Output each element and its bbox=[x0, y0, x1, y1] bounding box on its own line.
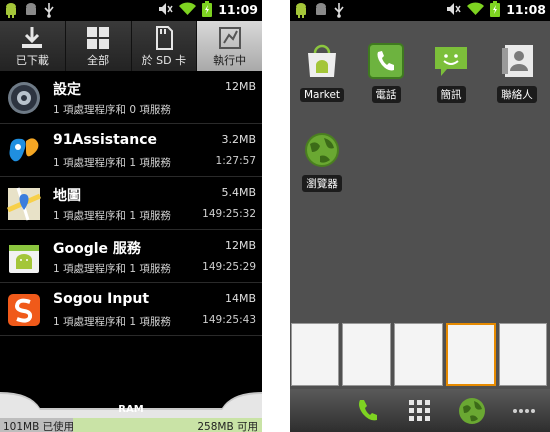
battery-icon bbox=[490, 1, 501, 17]
phone-icon bbox=[368, 43, 404, 79]
tab-sd-card[interactable]: 於 SD 卡 bbox=[132, 21, 198, 71]
usb-icon bbox=[334, 2, 344, 18]
app-description: 1 項處理程序和 1 項服務 bbox=[53, 263, 171, 275]
app-description: 1 項處理程序和 1 項服務 bbox=[53, 157, 171, 169]
android-icon bbox=[316, 3, 326, 15]
assistance-icon bbox=[9, 138, 39, 162]
list-item[interactable]: Google 服務 1 項處理程序和 1 項服務 12MB 149:25:29 bbox=[0, 230, 262, 283]
home-icon-browser[interactable]: 瀏覽器 bbox=[296, 132, 348, 192]
home-screen: 11:08 Market 電話 簡訊 聯絡人 瀏覽器 bbox=[290, 0, 550, 432]
clock: 11:09 bbox=[218, 1, 258, 17]
mute-icon bbox=[447, 3, 461, 15]
app-memory: 12MB bbox=[224, 80, 256, 93]
app-name: Sogou Input bbox=[53, 291, 150, 307]
app-description: 1 項處理程序和 1 項服務 bbox=[53, 316, 171, 328]
maps-icon bbox=[6, 187, 42, 221]
tab-label: 執行中 bbox=[213, 54, 247, 67]
screen-thumbnail[interactable] bbox=[394, 323, 443, 386]
google-services-icon bbox=[9, 245, 39, 273]
home-icon-contacts[interactable]: 聯絡人 bbox=[491, 43, 543, 103]
tab-all[interactable]: 全部 bbox=[66, 21, 132, 71]
app-memory: 5.4MB bbox=[221, 186, 256, 199]
app-name: 設定 bbox=[53, 82, 81, 98]
app-name: 地圖 bbox=[53, 188, 81, 204]
wifi-icon bbox=[179, 2, 197, 15]
status-bar: 11:08 bbox=[290, 0, 550, 21]
running-icon bbox=[218, 27, 241, 49]
app-description: 1 項處理程序和 1 項服務 bbox=[53, 210, 171, 222]
tab-running[interactable]: 執行中 bbox=[197, 21, 262, 71]
app-uptime: 149:25:43 bbox=[202, 314, 256, 326]
wifi-icon bbox=[467, 2, 485, 15]
app-memory: 14MB bbox=[224, 292, 256, 305]
app-memory: 3.2MB bbox=[221, 133, 256, 146]
screen-thumbnails bbox=[290, 323, 550, 387]
app-uptime: 149:25:29 bbox=[202, 261, 256, 273]
app-drawer-icon[interactable] bbox=[406, 397, 434, 425]
sogou-icon bbox=[8, 294, 40, 326]
tab-bar: 已下載 全部 於 SD 卡 執行中 bbox=[0, 21, 262, 71]
market-icon bbox=[308, 44, 336, 77]
phone-icon[interactable] bbox=[354, 397, 382, 425]
list-item[interactable]: 地圖 1 項處理程序和 1 項服務 5.4MB 149:25:32 bbox=[0, 177, 262, 230]
mute-icon bbox=[159, 3, 173, 15]
ram-usage-bar: 101MB 已使用 258MB 可用 bbox=[0, 418, 262, 432]
home-icon-phone[interactable]: 電話 bbox=[360, 43, 412, 103]
app-name: 91Assistance bbox=[53, 132, 158, 148]
tab-label: 於 SD 卡 bbox=[141, 54, 187, 67]
home-icon-label: 聯絡人 bbox=[497, 86, 537, 103]
status-bar: 11:09 bbox=[0, 0, 262, 21]
browser-icon bbox=[305, 133, 339, 167]
app-memory: 12MB bbox=[224, 239, 256, 252]
sdcard-icon bbox=[155, 26, 173, 50]
home-icon-label: 瀏覽器 bbox=[302, 175, 342, 192]
ram-free-text: 258MB 可用 bbox=[197, 421, 258, 432]
usb-icon bbox=[44, 2, 54, 18]
home-icon-label: Market bbox=[299, 88, 345, 102]
screen-thumbnail[interactable] bbox=[291, 323, 339, 386]
app-description: 1 項處理程序和 0 項服務 bbox=[53, 104, 171, 116]
android-icon bbox=[26, 3, 36, 15]
ram-label: RAM bbox=[118, 404, 144, 415]
running-app-list: 設定 1 項處理程序和 0 項服務 12MB 91Assistance 1 項處… bbox=[0, 71, 262, 336]
list-item[interactable]: 91Assistance 1 項處理程序和 1 項服務 3.2MB 1:27:5… bbox=[0, 124, 262, 177]
android-icon bbox=[296, 3, 306, 18]
screen-thumbnail[interactable] bbox=[342, 323, 391, 386]
more-icon[interactable] bbox=[510, 397, 538, 425]
android-icon bbox=[6, 3, 16, 18]
app-name: Google 服務 bbox=[53, 241, 141, 257]
settings-icon bbox=[8, 82, 40, 114]
contacts-icon bbox=[502, 45, 533, 77]
home-icon-label: 簡訊 bbox=[436, 86, 466, 103]
screen-thumbnail-selected[interactable] bbox=[446, 323, 496, 386]
home-icon-market[interactable]: Market bbox=[296, 43, 348, 102]
screen-thumbnail[interactable] bbox=[499, 323, 547, 386]
home-icon-label: 電話 bbox=[371, 86, 401, 103]
clock: 11:08 bbox=[506, 1, 546, 17]
sms-icon bbox=[435, 47, 467, 76]
tab-downloaded[interactable]: 已下載 bbox=[0, 21, 66, 71]
home-icon-messaging[interactable]: 簡訊 bbox=[425, 43, 477, 103]
list-item[interactable]: 設定 1 項處理程序和 0 項服務 12MB bbox=[0, 71, 262, 124]
grid-icon bbox=[87, 27, 110, 49]
running-apps-screen: 11:09 已下載 全部 於 SD 卡 執行中 設定 1 項處理程序和 0 項服… bbox=[0, 0, 262, 432]
ram-used-text: 101MB 已使用 bbox=[3, 421, 75, 432]
tab-label: 已下載 bbox=[15, 54, 49, 67]
app-uptime: 149:25:32 bbox=[202, 208, 256, 220]
battery-icon bbox=[202, 1, 213, 17]
dock bbox=[290, 389, 550, 432]
tab-label: 全部 bbox=[87, 54, 110, 67]
download-icon bbox=[22, 27, 43, 48]
list-item[interactable]: Sogou Input 1 項處理程序和 1 項服務 14MB 149:25:4… bbox=[0, 283, 262, 336]
browser-icon[interactable] bbox=[458, 397, 486, 425]
app-uptime: 1:27:57 bbox=[215, 155, 256, 167]
